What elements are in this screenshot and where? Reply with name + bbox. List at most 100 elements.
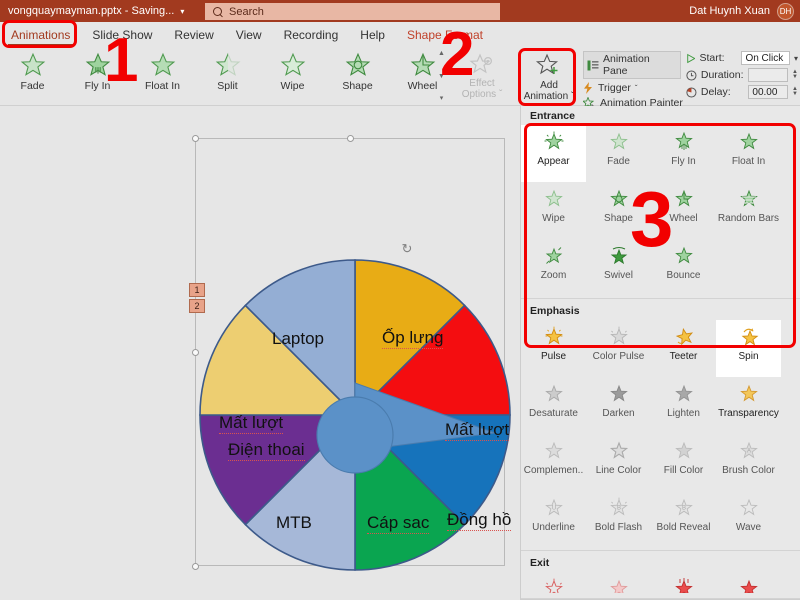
effect-fade[interactable]: Fade — [586, 125, 651, 182]
effect-options-icon — [469, 53, 493, 74]
tab-review[interactable]: Review — [163, 22, 224, 48]
effect-float-in[interactable]: Float In — [716, 125, 781, 182]
tab-slide-show[interactable]: Slide Show — [81, 22, 163, 48]
effect-teeter[interactable]: Teeter — [651, 320, 716, 377]
avatar[interactable]: DH — [777, 2, 794, 20]
effect-grow-shrink-clipped[interactable]: Gro — [781, 320, 800, 377]
effect-wave[interactable]: Wave — [716, 491, 781, 548]
teeter-star-icon — [675, 327, 693, 346]
search-input[interactable]: Search — [205, 3, 500, 20]
effect-zoom[interactable]: Zoom — [521, 239, 586, 296]
user-account[interactable]: Dat Huynh Xuan DH — [689, 0, 794, 22]
rotate-handle-icon[interactable]: ↻ — [400, 242, 414, 256]
star-icon — [85, 52, 110, 76]
effect-exit-clipped[interactable] — [781, 572, 800, 596]
svg-text:A: A — [746, 449, 750, 455]
effect-fade[interactable]: Fade — [0, 48, 65, 102]
selection-handle-tc[interactable] — [347, 135, 354, 142]
effect-wipe[interactable]: Wipe — [521, 182, 586, 239]
effect-wheel[interactable]: Wheel — [651, 182, 716, 239]
effect-bold-flash[interactable]: B Bold Flash — [586, 491, 651, 548]
chevron-down-icon[interactable]: ˇ — [635, 84, 638, 93]
slide-canvas[interactable]: ↻ 1 2 Ốp lưng Mất lượt Đồng hồ Cáp sac M… — [12, 120, 512, 595]
bounce-star-icon — [674, 246, 693, 264]
effect-fly-in[interactable]: Fly In — [651, 125, 716, 182]
section-header-entrance: Entrance — [530, 110, 575, 122]
effect-exit-fade[interactable] — [586, 572, 651, 596]
delay-input[interactable]: 00.00 — [748, 85, 789, 99]
effect-complementary-color[interactable]: Complemen.. — [521, 434, 586, 491]
effect-desaturate[interactable]: Desaturate — [521, 377, 586, 434]
effect-shape[interactable]: Shape — [586, 182, 651, 239]
effect-transparency[interactable]: Transparency — [716, 377, 781, 434]
scroll-up-icon[interactable]: ▲ — [438, 50, 445, 57]
tab-animations[interactable]: Animations — [0, 22, 81, 48]
effect-entrance-blank-2[interactable] — [781, 239, 800, 296]
slide-editing-area[interactable]: ↻ 1 2 Ốp lưng Mất lượt Đồng hồ Cáp sac M… — [0, 120, 520, 600]
advanced-animation-group: Animation Pane Trigger ˇ Animation Paint… — [583, 51, 683, 109]
add-animation-dropdown[interactable]: Entrance Appear Fade Fly In Float In Wip… — [520, 106, 800, 600]
effect-exit-fly-out[interactable] — [651, 572, 716, 596]
effect-exit-float-out[interactable] — [716, 572, 781, 596]
delay-stepper[interactable]: ▲ ▼ — [792, 86, 798, 97]
scroll-down-icon[interactable]: ▼ — [438, 73, 445, 80]
effect-object-color-clipped[interactable]: Obj — [781, 377, 800, 434]
effect-split[interactable]: Split — [195, 48, 260, 102]
effect-lighten[interactable]: Lighten — [651, 377, 716, 434]
effect-random-bars[interactable]: Random Bars — [716, 182, 781, 239]
tab-help[interactable]: Help — [349, 22, 396, 48]
search-icon — [213, 6, 223, 17]
bold-reveal-star-icon: B — [674, 498, 693, 516]
disappear-star-icon — [544, 578, 563, 593]
trigger-button[interactable]: Trigger ˇ — [583, 82, 683, 94]
exit-fade-star-icon — [609, 579, 628, 593]
effect-emphasis-blank[interactable] — [781, 491, 800, 548]
trigger-label: Trigger — [598, 82, 631, 94]
effect-options-button[interactable]: Effect Options ˇ — [452, 50, 512, 102]
effect-fill-color[interactable]: Fill Color — [651, 434, 716, 491]
effect-bounce[interactable]: Bounce — [651, 239, 716, 296]
tab-view[interactable]: View — [225, 22, 273, 48]
effect-underline[interactable]: U Underline — [521, 491, 586, 548]
animation-effects-gallery[interactable]: Fade Fly In Float In Split Wipe Shape Wh… — [0, 48, 455, 106]
tab-shape-format[interactable]: Shape Format — [396, 22, 494, 48]
effect-grow-turn-clipped[interactable]: Gro — [781, 125, 800, 182]
effect-float-in[interactable]: Float In — [130, 48, 195, 102]
title-caret-icon[interactable]: ▾ — [180, 7, 184, 16]
effect-swivel[interactable]: Swivel — [586, 239, 651, 296]
start-select[interactable]: On Click — [741, 51, 790, 65]
prize-wheel-shape[interactable]: Ốp lưng Mất lượt Đồng hồ Cáp sac MTB Điệ… — [195, 255, 515, 575]
duration-label: Duration: — [700, 69, 744, 81]
duration-input[interactable] — [748, 68, 789, 82]
tab-recording[interactable]: Recording — [273, 22, 350, 48]
effect-fly-in[interactable]: Fly In — [65, 48, 130, 102]
gallery-scroll-controls[interactable]: ▲ ▼ ▾ — [436, 50, 447, 102]
wheel-label-dien-thoai: Điện thoai — [228, 440, 305, 461]
effect-darken[interactable]: Darken — [586, 377, 651, 434]
gallery-more-icon[interactable]: ▾ — [440, 95, 444, 102]
effect-label: Line Color — [595, 465, 642, 476]
selection-handle-tl[interactable] — [192, 135, 199, 142]
wheel-star-icon — [674, 189, 693, 207]
effect-entrance-blank-1[interactable] — [716, 239, 781, 296]
effect-wipe[interactable]: Wipe — [260, 48, 325, 102]
effect-brush-color[interactable]: A Brush Color — [716, 434, 781, 491]
start-label: Start: — [699, 52, 725, 64]
duration-stepper[interactable]: ▲ ▼ — [792, 69, 798, 80]
animation-pane-button[interactable]: Animation Pane — [583, 51, 681, 79]
transparency-star-icon — [739, 384, 758, 402]
effect-spin[interactable]: Spin — [716, 320, 781, 377]
chevron-down-icon[interactable]: ▾ — [794, 54, 798, 63]
add-animation-button[interactable]: Add Animation ˇ — [521, 50, 577, 104]
effect-color-pulse[interactable]: Color Pulse — [586, 320, 651, 377]
effect-bold-reveal[interactable]: B Bold Reveal — [651, 491, 716, 548]
effect-exit-disappear[interactable] — [521, 572, 586, 596]
effect-grow-clipped-2[interactable]: Gro — [781, 182, 800, 239]
effect-appear[interactable]: Appear — [521, 125, 586, 182]
effect-font-color-clipped[interactable]: Fo — [781, 434, 800, 491]
effect-line-color[interactable]: Line Color — [586, 434, 651, 491]
effect-shape[interactable]: Shape — [325, 48, 390, 102]
effect-pulse[interactable]: Pulse — [521, 320, 586, 377]
wheel-hub — [316, 396, 394, 474]
entrance-effects-grid: Appear Fade Fly In Float In Wipe Shape W… — [521, 125, 800, 296]
